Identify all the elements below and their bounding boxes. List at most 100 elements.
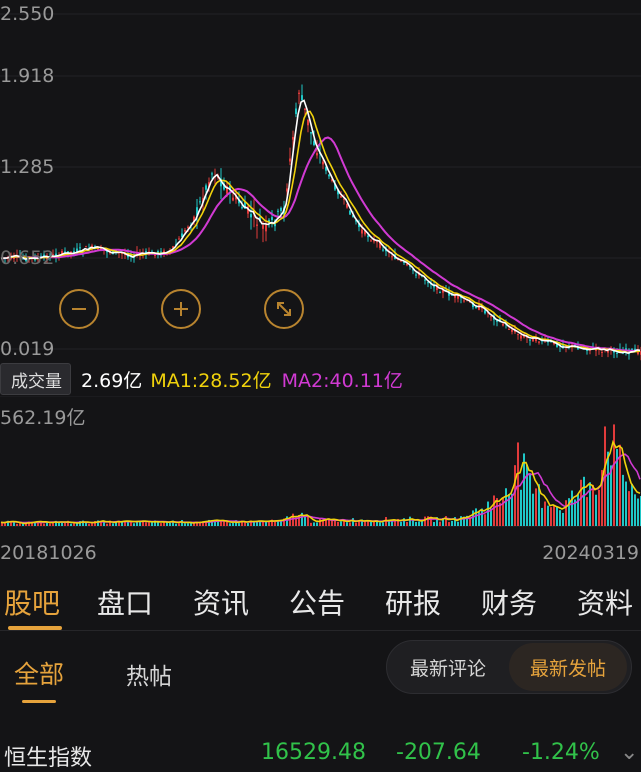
y-label-3: 1.285 (0, 156, 55, 178)
volume-bar (514, 465, 516, 526)
volume-chart[interactable] (0, 396, 641, 530)
volume-bar (535, 488, 537, 526)
candle-body (79, 247, 81, 249)
candle-body (262, 225, 264, 229)
volume-header: 成交量 2.69亿 MA1:28.52亿 MA2:40.11亿 (0, 362, 641, 396)
ticker-change: -207.64 (396, 740, 481, 765)
volume-bar (583, 476, 585, 526)
tab-news[interactable]: 资讯 (193, 582, 249, 622)
volume-bar (229, 523, 231, 526)
ma20-line (0, 136, 641, 353)
tab-profile[interactable]: 资料 (577, 582, 633, 622)
volume-bar (502, 497, 504, 526)
tab-announcements[interactable]: 公告 (289, 582, 345, 622)
volume-bar (61, 522, 63, 526)
tab-finance[interactable]: 财务 (481, 582, 537, 622)
volume-bar (73, 523, 75, 526)
volume-bar (565, 500, 567, 526)
zoom-in-button[interactable] (161, 289, 201, 329)
tab-guba[interactable]: 股吧 (4, 582, 60, 622)
volume-bar (529, 473, 531, 526)
candle-body (307, 119, 309, 126)
subtab-hot[interactable]: 热帖 (126, 657, 172, 691)
zoom-out-button[interactable] (59, 289, 99, 329)
volume-bar (592, 484, 594, 526)
expand-icon (277, 302, 291, 316)
candle-body (241, 207, 243, 209)
candle-body (340, 196, 342, 198)
more-icon[interactable]: ⌄ (620, 740, 638, 765)
volume-indicator-tag[interactable]: 成交量 (0, 363, 71, 395)
volume-bar (364, 521, 366, 526)
tab-pankou[interactable]: 盘口 (97, 582, 153, 622)
candle-body (199, 201, 201, 203)
ticker-name[interactable]: 恒生指数 (4, 740, 92, 772)
volume-bar (571, 490, 573, 526)
candle-body (616, 352, 618, 354)
volume-bar (487, 501, 489, 526)
candle-body (367, 235, 369, 238)
volume-bar (352, 518, 354, 526)
volume-bar (88, 523, 90, 526)
volume-bar (133, 523, 135, 526)
volume-bar (496, 498, 498, 526)
fit-screen-button[interactable] (264, 289, 304, 329)
volume-bar (160, 523, 162, 526)
candle-body (211, 173, 213, 175)
candle-body (265, 225, 267, 232)
candle-body (184, 229, 186, 232)
volume-bar (556, 507, 558, 526)
y-label-min: 0.019 (0, 338, 55, 360)
candle-body (277, 210, 279, 212)
volume-bar (637, 498, 639, 526)
volume-bar (184, 523, 186, 526)
start-date: 20181026 (0, 542, 97, 564)
candle-body (289, 158, 291, 162)
volume-bar (337, 521, 339, 526)
candle-body (292, 137, 294, 140)
volume-bar (358, 521, 360, 526)
volume-bar (340, 521, 342, 526)
sort-latest-post[interactable]: 最新发帖 (509, 643, 627, 691)
volume-bar (634, 494, 636, 526)
candle-body (316, 153, 318, 156)
volume-bar (424, 516, 426, 526)
subtab-all[interactable]: 全部 (14, 655, 64, 691)
volume-bar (547, 505, 549, 526)
candle-body (361, 229, 363, 234)
volume-bar (613, 424, 615, 526)
volume-bar (85, 522, 87, 526)
candle-body (205, 185, 207, 190)
candle-body (415, 274, 417, 276)
volume-bar (274, 521, 276, 526)
volume-bar (43, 523, 45, 526)
volume-bar (475, 508, 477, 526)
volume-bar (511, 493, 513, 526)
volume-bar (307, 516, 309, 526)
volume-bar (70, 523, 72, 526)
volume-bar (562, 512, 564, 526)
volume-bar (175, 523, 177, 526)
volume-bar (628, 491, 630, 526)
volume-bar (310, 522, 312, 526)
volume-bar (181, 520, 183, 526)
volume-bar (595, 494, 597, 526)
volume-bar (178, 523, 180, 526)
volume-bar (346, 522, 348, 526)
volume-bar (577, 494, 579, 526)
volume-bar (58, 522, 60, 526)
volume-bar (625, 481, 627, 526)
volume-bar (355, 522, 357, 526)
candle-body (328, 174, 330, 177)
y-label-4: 0.652 (0, 247, 55, 269)
volume-bar (448, 522, 450, 526)
tab-research[interactable]: 研报 (385, 582, 441, 622)
sort-latest-comment[interactable]: 最新评论 (387, 641, 509, 693)
volume-bar (265, 521, 267, 526)
candle-body (298, 92, 300, 94)
candle-body (520, 335, 522, 339)
volume-bar (238, 523, 240, 526)
plus-icon (174, 302, 188, 316)
volume-bar (19, 523, 21, 526)
volume-bar (391, 521, 393, 526)
